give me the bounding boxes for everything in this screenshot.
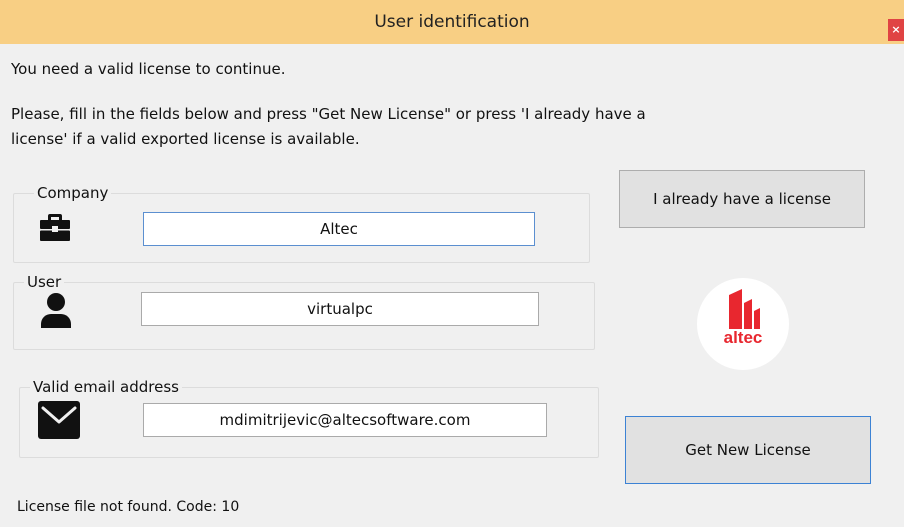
briefcase-icon (40, 214, 70, 241)
logo-text: altec (724, 328, 763, 347)
instructions-line-2: license' if a valid exported license is … (11, 130, 360, 148)
user-icon (41, 293, 71, 328)
envelope-icon (38, 401, 80, 439)
email-label: Valid email address (30, 378, 182, 396)
license-required-message: You need a valid license to continue. (11, 60, 286, 78)
already-have-license-button[interactable]: I already have a license (619, 170, 865, 228)
instructions-line-1: Please, fill in the fields below and pre… (11, 105, 646, 123)
user-label: User (24, 273, 65, 291)
get-new-license-button[interactable]: Get New License (625, 416, 871, 484)
company-input[interactable] (143, 212, 535, 246)
close-button[interactable]: × (888, 19, 904, 41)
user-input[interactable] (141, 292, 539, 326)
status-message: License file not found. Code: 10 (17, 499, 240, 515)
company-label: Company (34, 184, 112, 202)
title-bar: User identification × (0, 0, 904, 44)
altec-logo: altec (697, 278, 789, 370)
window-title: User identification (374, 12, 530, 32)
email-input[interactable] (143, 403, 547, 437)
